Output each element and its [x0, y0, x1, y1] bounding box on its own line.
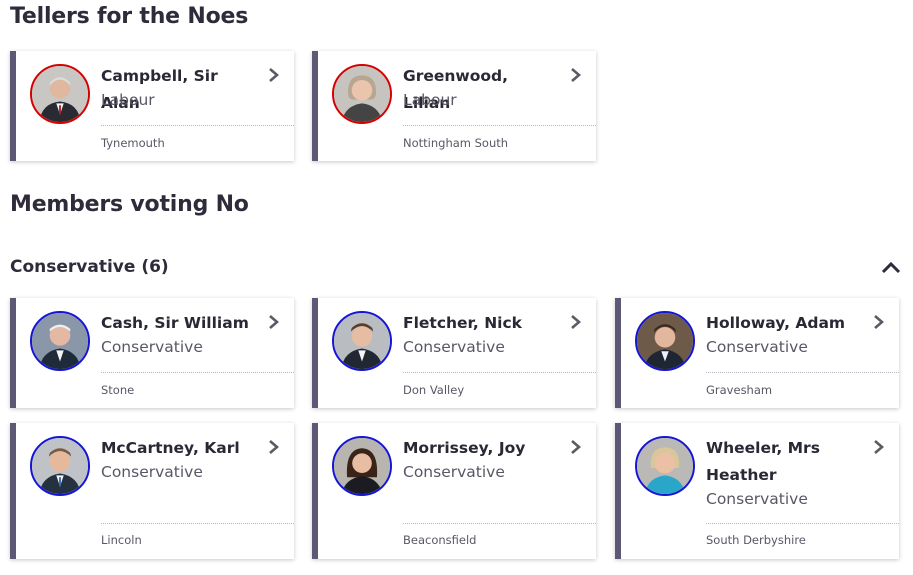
member-card[interactable]: McCartney, Karl Conservative Lincoln	[10, 423, 294, 559]
member-name: Morrissey, Joy	[403, 439, 526, 457]
party-group-header[interactable]: Conservative (6)	[10, 254, 903, 280]
chevron-right-icon	[873, 439, 885, 455]
member-name: Cash, Sir William	[101, 314, 249, 332]
member-name: Wheeler, Mrs Heather	[706, 439, 820, 484]
member-photo	[30, 311, 90, 371]
member-photo	[332, 64, 392, 124]
chevron-right-icon	[268, 67, 280, 83]
member-card[interactable]: Wheeler, Mrs Heather Conservative South …	[615, 423, 899, 559]
chevron-right-icon	[268, 439, 280, 455]
member-name: Fletcher, Nick	[403, 314, 522, 332]
member-constituency: Gravesham	[706, 383, 773, 397]
member-constituency: Nottingham South	[403, 136, 509, 150]
card-divider	[403, 372, 596, 373]
tellers-heading: Tellers for the Noes	[10, 4, 249, 29]
card-divider	[706, 372, 899, 373]
card-divider	[101, 523, 294, 524]
member-party: Conservative	[403, 338, 505, 356]
member-party: Labour	[403, 91, 457, 109]
member-constituency: South Derbyshire	[706, 533, 806, 547]
card-divider	[101, 125, 294, 126]
member-party: Conservative	[101, 463, 203, 481]
member-card[interactable]: Holloway, Adam Conservative Gravesham	[615, 298, 899, 408]
card-divider	[403, 523, 596, 524]
member-name: Holloway, Adam	[706, 314, 846, 332]
member-photo	[635, 436, 695, 496]
member-constituency: Stone	[101, 383, 135, 397]
member-photo	[30, 64, 90, 124]
member-constituency: Beaconsfield	[403, 533, 477, 547]
card-divider	[101, 372, 294, 373]
member-photo	[30, 436, 90, 496]
member-card[interactable]: Campbell, Sir Alan Labour Tynemouth	[10, 51, 294, 161]
member-photo	[635, 311, 695, 371]
members-heading: Members voting No	[10, 192, 249, 217]
member-party: Conservative	[706, 338, 808, 356]
member-party: Conservative	[706, 490, 808, 508]
member-card[interactable]: Fletcher, Nick Conservative Don Valley	[312, 298, 596, 408]
chevron-up-icon[interactable]	[879, 256, 903, 278]
card-divider	[706, 523, 899, 524]
member-party: Conservative	[101, 338, 203, 356]
chevron-right-icon	[570, 314, 582, 330]
chevron-right-icon	[570, 439, 582, 455]
member-photo	[332, 436, 392, 496]
member-constituency: Don Valley	[403, 383, 465, 397]
member-card[interactable]: Morrissey, Joy Conservative Beaconsfield	[312, 423, 596, 559]
chevron-right-icon	[873, 314, 885, 330]
member-constituency: Lincoln	[101, 533, 142, 547]
member-party: Conservative	[403, 463, 505, 481]
member-card[interactable]: Cash, Sir William Conservative Stone	[10, 298, 294, 408]
chevron-right-icon	[268, 314, 280, 330]
member-constituency: Tynemouth	[101, 136, 165, 150]
party-group-title: Conservative (6)	[10, 257, 169, 277]
member-photo	[332, 311, 392, 371]
member-name: McCartney, Karl	[101, 439, 240, 457]
member-card[interactable]: Greenwood, Lilian Labour Nottingham Sout…	[312, 51, 596, 161]
chevron-right-icon	[570, 67, 582, 83]
card-divider	[403, 125, 596, 126]
member-party: Labour	[101, 91, 155, 109]
